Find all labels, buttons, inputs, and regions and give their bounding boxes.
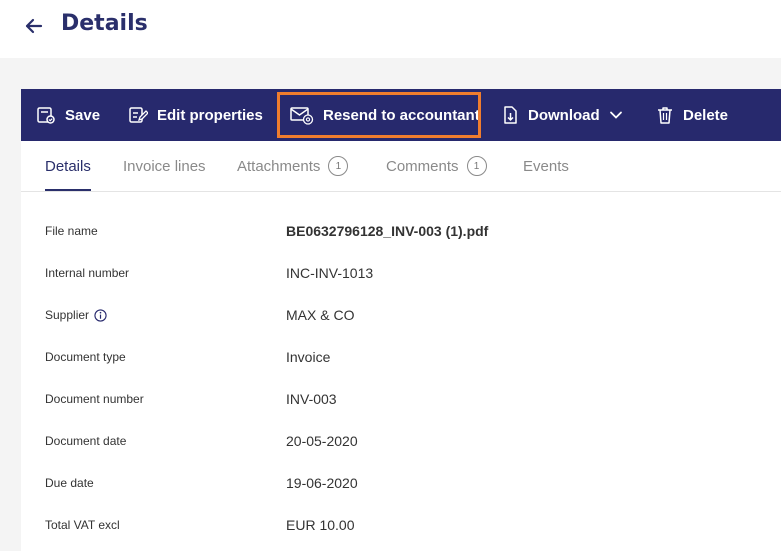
download-label: Download <box>528 106 600 124</box>
field-label: Due date <box>45 476 94 490</box>
tab-events-label: Events <box>523 157 569 175</box>
field-label: Document date <box>45 434 127 448</box>
due-date-value: 19-06-2020 <box>286 475 358 491</box>
edit-properties-label: Edit properties <box>157 106 263 124</box>
field-row-document-type: Document type Invoice <box>21 336 781 378</box>
delete-label: Delete <box>683 106 729 124</box>
tab-invoice-lines[interactable]: Invoice lines <box>123 141 206 191</box>
mail-at-icon <box>290 107 314 125</box>
tab-attachments-label: Attachments <box>237 157 321 175</box>
save-label: Save <box>65 106 101 124</box>
download-icon <box>504 106 517 124</box>
comments-count-badge: 1 <box>466 156 487 176</box>
supplier-value: MAX & CO <box>286 307 355 323</box>
field-label: Supplier <box>45 308 90 322</box>
field-row-supplier: Supplier MAX & CO <box>21 294 781 336</box>
tab-events[interactable]: Events <box>523 141 569 191</box>
trash-icon <box>658 107 672 124</box>
field-row-document-date: Document date 20-05-2020 <box>21 420 781 462</box>
page-title: Details <box>61 11 148 36</box>
field-label: Document number <box>45 392 144 406</box>
tab-comments[interactable]: Comments 1 <box>386 141 487 191</box>
field-label: Document type <box>45 350 126 364</box>
tab-comments-label: Comments <box>386 157 459 175</box>
delete-button[interactable]: Delete <box>656 89 728 141</box>
field-label: Total VAT excl <box>45 518 120 532</box>
edit-icon <box>129 107 148 123</box>
download-dropdown-button[interactable]: Download <box>501 89 623 141</box>
supplier-label-wrap: Supplier <box>45 294 107 336</box>
chevron-down-icon <box>609 111 622 119</box>
action-toolbar: Save Edit properties Resend to accountan… <box>21 89 781 141</box>
document-number-value: INV-003 <box>286 391 337 407</box>
save-button[interactable]: Save <box>36 89 100 141</box>
tab-invoice-lines-label: Invoice lines <box>123 157 206 175</box>
field-label: Internal number <box>45 266 130 280</box>
save-icon <box>37 107 55 124</box>
arrow-left-icon[interactable] <box>22 14 46 38</box>
field-row-total-vat-excl: Total VAT excl EUR 10.00 <box>21 504 781 546</box>
resend-to-accountant-button[interactable]: Resend to accountant <box>290 89 480 141</box>
field-row-file-name: File name BE0632796128_INV-003 (1).pdf <box>21 210 781 252</box>
document-date-value: 20-05-2020 <box>286 433 358 449</box>
internal-number-value: INC-INV-1013 <box>286 265 374 281</box>
total-vat-excl-value: EUR 10.00 <box>286 517 355 533</box>
tab-details-label: Details <box>45 157 91 175</box>
tab-details[interactable]: Details <box>45 141 91 191</box>
info-icon[interactable] <box>94 308 107 322</box>
file-name-value: BE0632796128_INV-003 (1).pdf <box>286 223 489 239</box>
tab-bar: Details Invoice lines Attachments 1 Comm… <box>21 141 781 192</box>
details-card: Details Invoice lines Attachments 1 Comm… <box>21 141 781 551</box>
edit-properties-button[interactable]: Edit properties <box>128 89 263 141</box>
field-row-internal-number: Internal number INC-INV-1013 <box>21 252 781 294</box>
resend-to-accountant-label: Resend to accountant <box>323 106 480 124</box>
field-row-due-date: Due date 19-06-2020 <box>21 462 781 504</box>
tab-attachments[interactable]: Attachments 1 <box>237 141 349 191</box>
attachments-count-badge: 1 <box>328 156 349 176</box>
field-label: File name <box>45 224 98 238</box>
document-type-value: Invoice <box>286 349 331 365</box>
page-header: Details <box>0 0 781 58</box>
field-row-document-number: Document number INV-003 <box>21 378 781 420</box>
